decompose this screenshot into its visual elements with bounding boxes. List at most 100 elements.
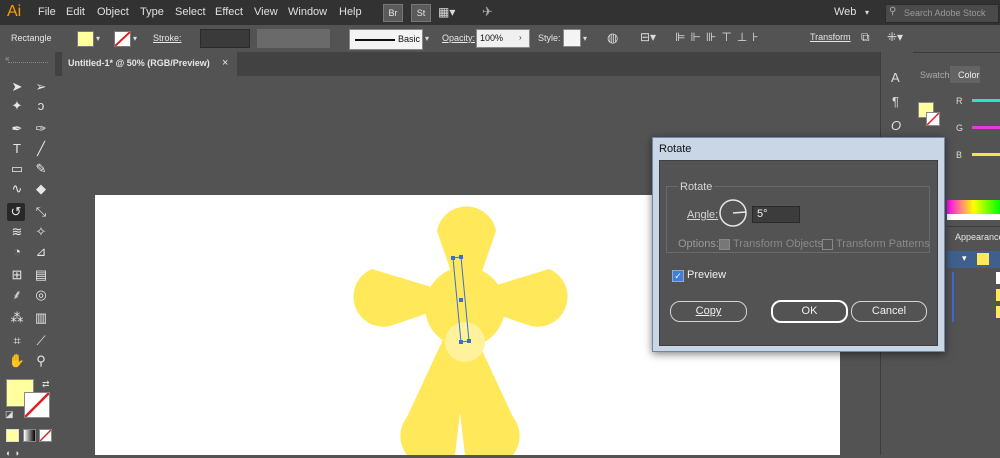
menu-select[interactable]: Select	[175, 6, 206, 18]
menu-effect[interactable]: Effect	[215, 6, 243, 18]
shaper-tool-icon[interactable]: ∿	[8, 180, 26, 198]
fill-chevron-icon[interactable]: ▾	[96, 34, 100, 43]
curvature-tool-icon[interactable]: ✑	[32, 120, 50, 138]
stock-button[interactable]: St	[411, 4, 431, 22]
menu-object[interactable]: Object	[97, 6, 129, 18]
preview-label[interactable]: Preview	[687, 269, 726, 281]
angle-input[interactable]: 5°	[752, 206, 800, 223]
menu-edit[interactable]: Edit	[66, 6, 85, 18]
transform-objects-checkbox[interactable]	[719, 239, 730, 250]
width-tool-icon[interactable]: ≋	[8, 223, 26, 241]
transform-link[interactable]: Transform	[810, 32, 851, 42]
none-mode-button[interactable]	[39, 429, 52, 442]
selection-tool-icon[interactable]: ➤	[8, 78, 26, 96]
paintbrush-tool-icon[interactable]: ✎	[32, 160, 50, 178]
align-buttons-icon[interactable]: ⊫⊩⊪⊤⊥⊦	[675, 30, 764, 44]
menu-window[interactable]: Window	[288, 6, 327, 18]
selection-handle[interactable]	[459, 255, 463, 259]
align-to-icon[interactable]: ⊟▾	[640, 30, 656, 44]
line-tool-icon[interactable]: ╱	[32, 140, 50, 158]
paragraph-panel-icon[interactable]: ¶	[892, 94, 899, 109]
column-graph-tool-icon[interactable]: ▥	[32, 309, 50, 327]
magic-wand-tool-icon[interactable]: ✦	[8, 97, 26, 115]
color-mode-button[interactable]	[6, 429, 19, 442]
brush-definition[interactable]: Basic	[349, 29, 423, 50]
scale-tool-icon[interactable]: ⤡	[32, 203, 50, 221]
rotate-tool-icon[interactable]: ↺	[7, 203, 25, 221]
rotate-dialog[interactable]: Rotate Rotate Angle: 5° Options: Transfo…	[652, 137, 945, 352]
direct-selection-tool-icon[interactable]: ➢	[32, 78, 50, 96]
isolate-icon[interactable]: ⧉	[861, 30, 870, 45]
angle-dial-icon[interactable]	[718, 198, 748, 228]
bridge-button[interactable]: Br	[383, 4, 403, 22]
recolor-artwork-icon[interactable]: ◍	[607, 30, 618, 46]
opentype-panel-icon[interactable]: O	[891, 118, 901, 133]
arrange-documents-icon[interactable]: ▦▾	[438, 5, 455, 19]
chevron-right-icon[interactable]: ›	[519, 33, 522, 42]
ok-button[interactable]: OK	[771, 300, 848, 323]
search-input[interactable]: Search Adobe Stock	[904, 8, 986, 18]
zoom-tool-icon[interactable]: ⚲	[32, 352, 50, 370]
variable-width-profile[interactable]	[257, 29, 330, 48]
eyedropper-tool-icon[interactable]: ⸙	[8, 286, 26, 304]
workspace-switcher[interactable]: Web	[834, 6, 856, 18]
pen-tool-icon[interactable]: ✒	[8, 120, 26, 138]
tab-swatches[interactable]: Swatch	[920, 70, 950, 80]
gradient-mode-button[interactable]	[23, 429, 36, 442]
channel-b-slider[interactable]	[972, 153, 1000, 156]
eraser-tool-icon[interactable]: ◆	[32, 180, 50, 198]
close-tab-icon[interactable]: ×	[222, 57, 228, 69]
tab-appearance[interactable]: Appearance	[947, 226, 1000, 247]
selection-handle[interactable]	[459, 298, 463, 302]
stroke-color-box[interactable]	[24, 392, 50, 418]
panel-grip[interactable]	[8, 62, 48, 65]
panel-menu-icon[interactable]: ⁜▾	[887, 30, 903, 44]
chevron-down-icon[interactable]: ▾	[962, 253, 967, 264]
layer-row-selected[interactable]: ▾	[947, 251, 1000, 268]
menu-type[interactable]: Type	[140, 6, 164, 18]
copy-button[interactable]: Copy	[670, 301, 747, 322]
stroke-chevron-icon[interactable]: ▾	[133, 34, 137, 43]
opacity-field[interactable]: 100% ›	[476, 29, 530, 48]
menu-view[interactable]: View	[254, 6, 278, 18]
gradient-tool-icon[interactable]: ▤	[32, 266, 50, 284]
perspective-grid-tool-icon[interactable]: ⊿	[32, 243, 50, 261]
symbol-sprayer-tool-icon[interactable]: ⁂	[8, 309, 26, 327]
opacity-label[interactable]: Opacity:	[442, 33, 475, 43]
blend-tool-icon[interactable]: ◎	[32, 286, 50, 304]
preview-checkbox[interactable]: ✓	[672, 270, 684, 282]
stroke-swatch[interactable]	[114, 31, 131, 47]
color-spectrum[interactable]	[947, 200, 1000, 214]
swap-fill-stroke-icon[interactable]: ⇄	[42, 379, 50, 390]
artboard-tool-icon[interactable]: ⌗	[8, 332, 26, 350]
graphic-style-swatch[interactable]	[563, 29, 581, 47]
type-tool-icon[interactable]: T	[8, 140, 26, 158]
brush-chevron-icon[interactable]: ▾	[425, 34, 429, 43]
search-box[interactable]: ⚲ Search Adobe Stock	[885, 4, 999, 23]
transform-patterns-checkbox[interactable]	[822, 239, 833, 250]
draw-mode-icon[interactable]: ◐ ◑	[6, 448, 19, 458]
stroke-weight-field[interactable]	[200, 29, 250, 48]
shape-builder-tool-icon[interactable]: ◔	[8, 243, 26, 261]
lasso-tool-icon[interactable]: ↄ	[32, 97, 50, 115]
menu-file[interactable]: File	[38, 6, 56, 18]
channel-r-slider[interactable]	[972, 99, 1000, 102]
character-panel-icon[interactable]: A	[891, 70, 900, 85]
fill-swatch[interactable]	[77, 31, 94, 47]
panel-stroke-swatch[interactable]	[926, 112, 940, 126]
tab-color[interactable]: Color	[950, 66, 980, 83]
menu-help[interactable]: Help	[339, 6, 362, 18]
selection-handle[interactable]	[451, 256, 455, 260]
document-tab[interactable]: Untitled-1* @ 50% (RGB/Preview) ×	[62, 52, 237, 76]
cancel-button[interactable]: Cancel	[851, 301, 927, 322]
channel-g-slider[interactable]	[972, 126, 1000, 129]
hand-tool-icon[interactable]: ✋	[8, 352, 26, 370]
flower-artwork[interactable]	[320, 195, 610, 455]
spectrum-white[interactable]	[947, 214, 1000, 220]
chevron-down-icon[interactable]: ▾	[865, 8, 869, 17]
selection-handle[interactable]	[467, 339, 471, 343]
selection-handle[interactable]	[459, 340, 463, 344]
mesh-tool-icon[interactable]: ⊞	[8, 266, 26, 284]
gpu-performance-icon[interactable]: ✈	[482, 4, 493, 20]
default-colors-icon[interactable]: ◪	[5, 409, 14, 420]
